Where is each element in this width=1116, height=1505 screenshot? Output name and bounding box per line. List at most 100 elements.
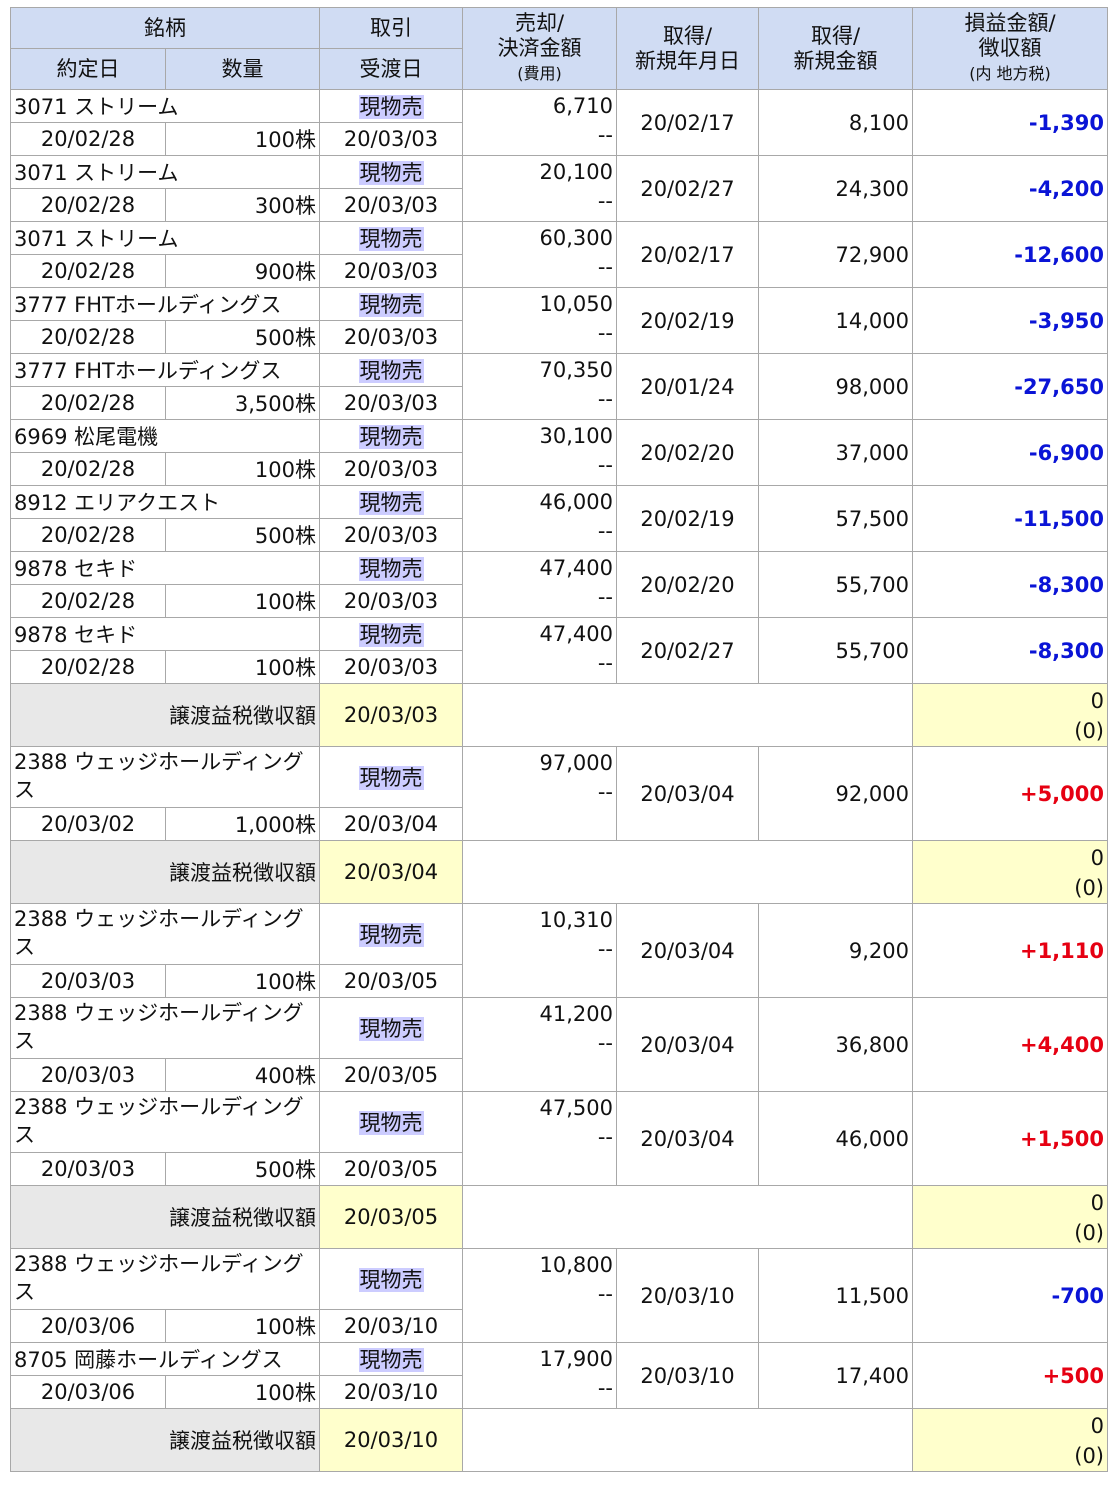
- trade-date: 20/02/28: [10, 188, 166, 222]
- header-acq-date-line1: 取得/: [662, 23, 713, 48]
- quantity: 300株: [165, 188, 320, 222]
- tax-settlement-date: 20/03/04: [319, 840, 463, 904]
- sale-fee: --: [597, 321, 613, 345]
- trade-type-badge: 現物売: [358, 161, 424, 185]
- acquisition-amount: 55,700: [758, 551, 913, 618]
- stock-name-link[interactable]: 9878 セキド: [10, 551, 320, 585]
- stock-name-link[interactable]: 8705 岡藤ホールディングス: [10, 1342, 320, 1376]
- acquisition-date: 20/03/04: [616, 997, 759, 1092]
- tax-amount: 0: [1090, 1191, 1104, 1215]
- trade-type-cell: 現物売: [319, 287, 463, 321]
- tax-amount: 0: [1090, 689, 1104, 713]
- trade-type-cell: 現物売: [319, 485, 463, 519]
- trade-type-badge: 現物売: [358, 923, 424, 947]
- profit-loss-amount: -11,500: [912, 485, 1108, 552]
- acquisition-date: 20/03/04: [616, 746, 759, 841]
- stock-name-link[interactable]: 2388 ウェッジホールディングス: [10, 1248, 320, 1310]
- trade-type-badge: 現物売: [358, 95, 424, 119]
- acquisition-date: 20/02/17: [616, 89, 759, 156]
- stock-name-link[interactable]: 9878 セキド: [10, 617, 320, 651]
- stock-name-link[interactable]: 2388 ウェッジホールディングス: [10, 746, 320, 808]
- profit-loss-amount: -12,600: [912, 221, 1108, 288]
- tax-empty-cell: [462, 840, 913, 904]
- quantity: 100株: [165, 452, 320, 486]
- sale-amount: 10,310: [539, 908, 613, 932]
- header-acq-date: 取得/ 新規年月日: [616, 7, 759, 90]
- acquisition-date: 20/03/04: [616, 903, 759, 998]
- profit-loss-amount: -3,950: [912, 287, 1108, 354]
- quantity: 100株: [165, 964, 320, 998]
- table-row: 8705 岡藤ホールディングス 現物売 17,900 -- 20/03/10 17,400…: [10, 1342, 1108, 1409]
- stock-name-link[interactable]: 3071 ストリーム: [10, 155, 320, 189]
- settlement-date: 20/03/10: [319, 1309, 463, 1343]
- trade-type-cell: 現物売: [319, 903, 463, 965]
- trade-date: 20/03/03: [10, 1152, 166, 1186]
- trade-type-cell: 現物売: [319, 155, 463, 189]
- stock-name-link[interactable]: 3071 ストリーム: [10, 221, 320, 255]
- header-trade-date: 約定日: [10, 48, 166, 90]
- table-row: 2388 ウェッジホールディングス 現物売 10,310 -- 20/03/04 9,20…: [10, 903, 1108, 998]
- trade-type-badge: 現物売: [358, 766, 424, 790]
- settlement-date: 20/03/05: [319, 1058, 463, 1092]
- sale-fee: --: [597, 123, 613, 147]
- quantity: 500株: [165, 518, 320, 552]
- trade-date: 20/02/28: [10, 254, 166, 288]
- trade-date: 20/03/03: [10, 1058, 166, 1092]
- header-settle-date: 受渡日: [319, 48, 463, 90]
- tax-local-amount: (0): [1074, 1221, 1104, 1245]
- acquisition-amount: 17,400: [758, 1342, 913, 1409]
- header-sale-amount: 売却/ 決済金額 (費用): [462, 7, 617, 90]
- profit-loss-amount: -700: [912, 1248, 1108, 1343]
- tax-settlement-date: 20/03/10: [319, 1408, 463, 1472]
- settlement-date: 20/03/03: [319, 188, 463, 222]
- quantity: 900株: [165, 254, 320, 288]
- header-sale-amount-line3: (費用): [517, 64, 562, 83]
- acquisition-date: 20/02/17: [616, 221, 759, 288]
- trade-date: 20/02/28: [10, 452, 166, 486]
- acquisition-amount: 14,000: [758, 287, 913, 354]
- sale-fee: --: [597, 1031, 613, 1055]
- table-row: 3071 ストリーム 現物売 20,100 -- 20/02/27 24,300 -4,20…: [10, 155, 1108, 222]
- settlement-date: 20/03/03: [319, 584, 463, 618]
- stock-name-link[interactable]: 2388 ウェッジホールディングス: [10, 903, 320, 965]
- quantity: 100株: [165, 1309, 320, 1343]
- trade-date: 20/03/06: [10, 1375, 166, 1409]
- stock-name-link[interactable]: 6969 松尾電機: [10, 419, 320, 453]
- settlement-date: 20/03/04: [319, 807, 463, 841]
- sale-amount: 46,000: [539, 490, 613, 514]
- trade-date: 20/03/06: [10, 1309, 166, 1343]
- stock-name-link[interactable]: 3071 ストリーム: [10, 89, 320, 123]
- stock-name-link[interactable]: 3777 FHTホールディングス: [10, 287, 320, 321]
- sale-amount: 20,100: [539, 160, 613, 184]
- tax-settlement-date: 20/03/03: [319, 683, 463, 747]
- acquisition-date: 20/01/24: [616, 353, 759, 420]
- settlement-date: 20/03/03: [319, 452, 463, 486]
- sale-amount-cell: 97,000 --: [462, 746, 617, 841]
- acquisition-amount: 55,700: [758, 617, 913, 684]
- stock-name-link[interactable]: 3777 FHTホールディングス: [10, 353, 320, 387]
- sale-amount: 41,200: [539, 1002, 613, 1026]
- quantity: 100株: [165, 1375, 320, 1409]
- sale-fee: --: [597, 585, 613, 609]
- trade-date: 20/02/28: [10, 386, 166, 420]
- quantity: 100株: [165, 122, 320, 156]
- sale-fee: --: [597, 651, 613, 675]
- header-sale-amount-line2: 決済金額: [497, 36, 582, 60]
- stock-name-link[interactable]: 2388 ウェッジホールディングス: [10, 1091, 320, 1153]
- trade-type-badge: 現物売: [358, 1348, 424, 1372]
- stock-name-link[interactable]: 2388 ウェッジホールディングス: [10, 997, 320, 1059]
- sale-amount: 10,050: [539, 292, 613, 316]
- sale-fee: --: [597, 453, 613, 477]
- acquisition-date: 20/03/04: [616, 1091, 759, 1186]
- stock-name-link[interactable]: 8912 エリアクエスト: [10, 485, 320, 519]
- sale-amount-cell: 30,100 --: [462, 419, 617, 486]
- trade-date: 20/02/28: [10, 320, 166, 354]
- header-acq-amount-line1: 取得/: [810, 23, 861, 48]
- header-stock: 銘柄: [10, 7, 320, 49]
- acquisition-date: 20/02/27: [616, 155, 759, 222]
- trade-history-table: 銘柄 取引 売却/ 決済金額 (費用) 取得/ 新規年月日 取得/ 新規金額 損…: [10, 7, 1108, 1472]
- header-quantity: 数量: [165, 48, 320, 90]
- sale-amount-cell: 47,500 --: [462, 1091, 617, 1186]
- trade-type-badge: 現物売: [358, 623, 424, 647]
- sale-amount: 17,900: [539, 1347, 613, 1371]
